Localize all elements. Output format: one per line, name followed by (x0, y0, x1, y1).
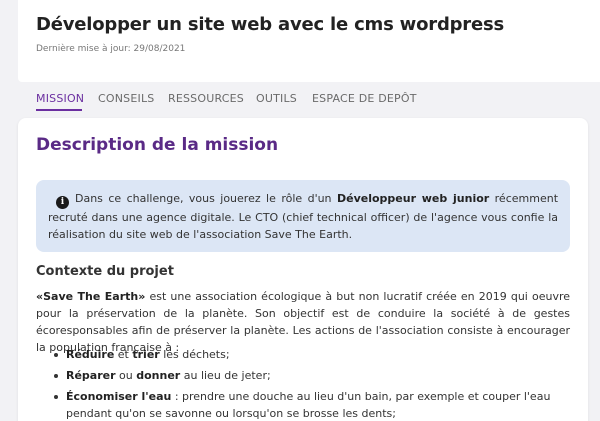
info-icon: i (56, 196, 69, 209)
action-bold: trier (132, 348, 160, 361)
association-name: «Save The Earth» (36, 290, 146, 303)
tab-bar: MISSION CONSEILS RESSOURCES OUTILS ESPAC… (18, 84, 600, 112)
action-text: les déchets; (159, 348, 230, 361)
action-text: et (114, 348, 133, 361)
action-text: au lieu de jeter; (180, 369, 271, 382)
action-bold: Réparer (66, 369, 116, 382)
tab-espace-de-depot[interactable]: ESPACE DE DEPÔT (312, 92, 417, 105)
page-title: Développer un site web avec le cms wordp… (36, 14, 505, 35)
active-tab-indicator (36, 109, 82, 111)
tab-ressources[interactable]: RESSOURCES (168, 92, 244, 105)
mission-card: Description de la mission i Dans ce chall… (18, 118, 588, 421)
list-item: Économiser l'eau : prendre une douche au… (54, 388, 570, 421)
info-callout: i Dans ce challenge, vous jouerez le rôle… (36, 180, 570, 252)
action-bold: Économiser l'eau (66, 390, 172, 403)
action-bold: Réduire (66, 348, 115, 361)
info-role: Développeur web junior (336, 192, 490, 205)
list-item: Réparer ou donner au lieu de jeter; (54, 367, 570, 384)
actions-list: Réduire et trier les déchets; Réparer ou… (54, 346, 570, 421)
list-item: Réduire et trier les déchets; (54, 346, 570, 363)
context-heading: Contexte du projet (36, 264, 174, 279)
info-text-before: Dans ce challenge, vous jouerez le rôle … (75, 192, 337, 205)
action-bold: donner (136, 369, 181, 382)
last-updated: Dernière mise à jour: 29/08/2021 (36, 44, 186, 54)
page-header: Développer un site web avec le cms wordp… (18, 0, 600, 82)
action-text: ou (115, 369, 137, 382)
mission-heading: Description de la mission (36, 135, 279, 155)
tab-outils[interactable]: OUTILS (256, 92, 297, 105)
tab-conseils[interactable]: CONSEILS (98, 92, 154, 105)
tab-mission[interactable]: MISSION (36, 92, 84, 105)
